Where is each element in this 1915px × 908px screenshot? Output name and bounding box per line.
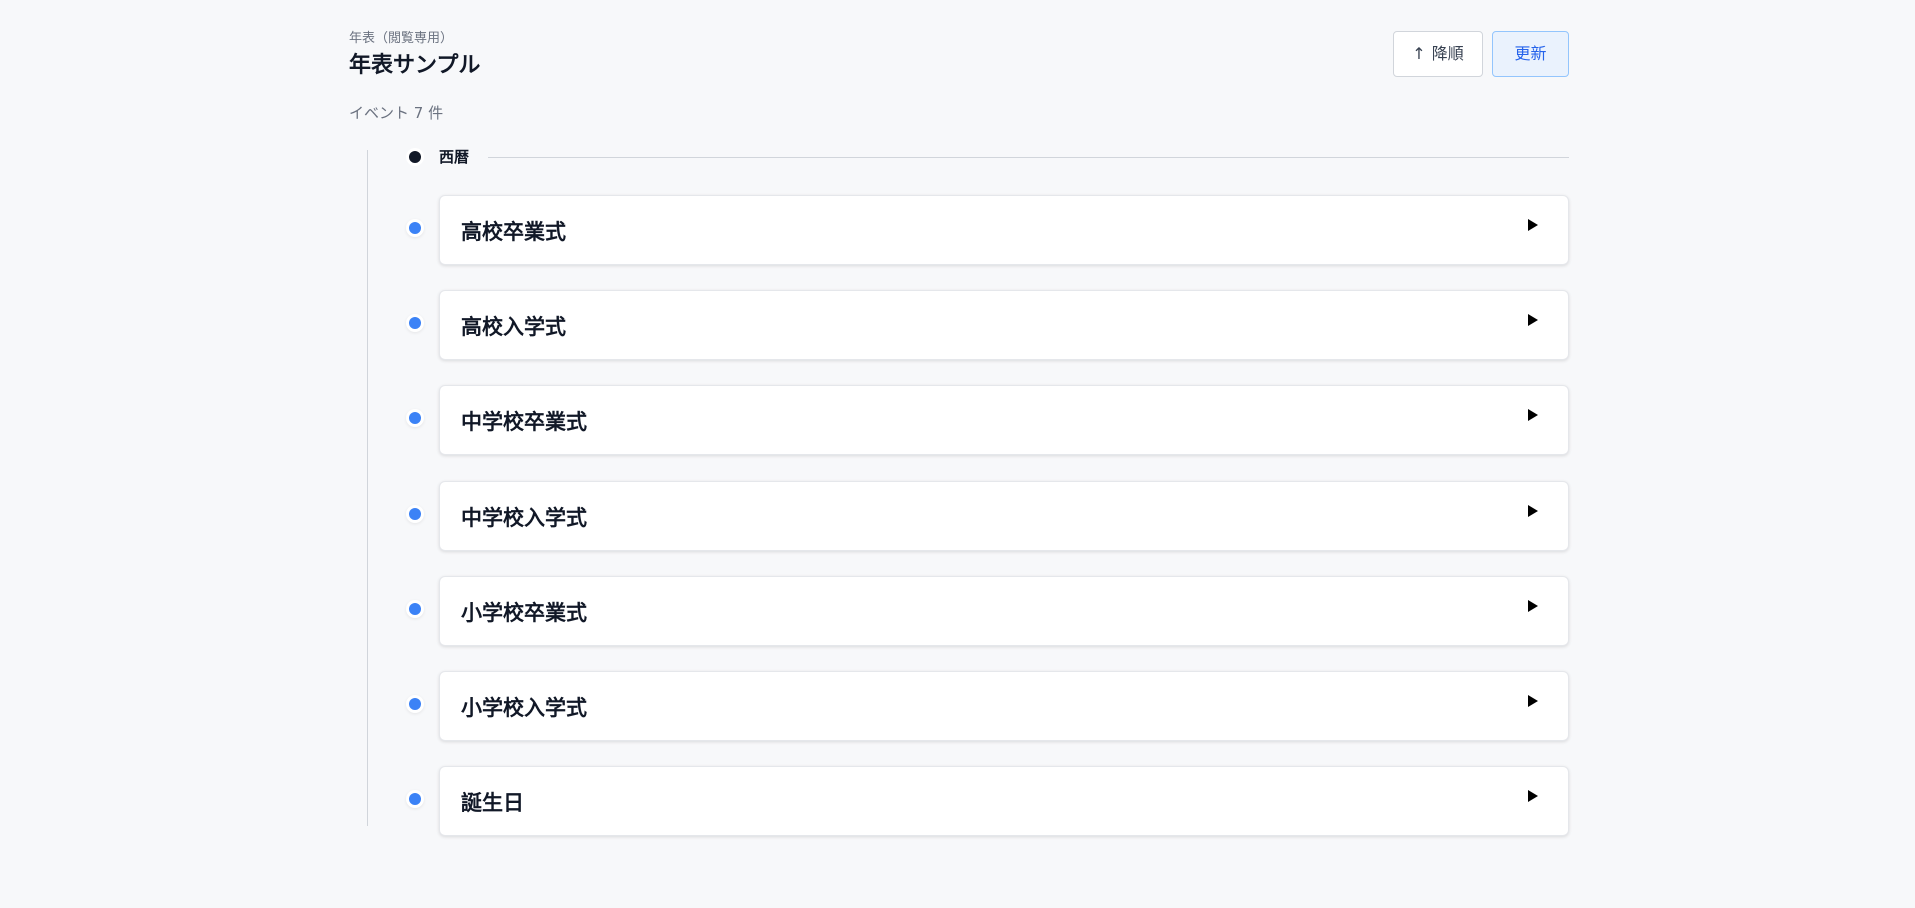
timeline-page: 年表（閲覧専用） 年表サンプル イベント 7 件 ↑ 降順 更新 西暦 高校卒業式… (349, 0, 1569, 908)
timeline-event: 中学校入学式 (349, 481, 1569, 551)
event-card[interactable]: 誕生日 (439, 766, 1569, 836)
event-dot (409, 793, 421, 805)
event-card[interactable]: 小学校卒業式 (439, 576, 1569, 646)
era-label: 西暦 (439, 148, 470, 166)
triangle-right-icon[interactable] (1528, 505, 1538, 517)
page-title: 年表サンプル (349, 53, 481, 78)
triangle-right-icon[interactable] (1528, 219, 1538, 231)
event-card[interactable]: 高校卒業式 (439, 195, 1569, 265)
arrow-up-icon: ↑ (1412, 44, 1426, 63)
event-title: 小学校卒業式 (461, 601, 587, 625)
event-card[interactable]: 高校入学式 (439, 290, 1569, 360)
event-title: 小学校入学式 (461, 696, 587, 720)
event-dot (409, 317, 421, 329)
timeline-event: 小学校卒業式 (349, 576, 1569, 646)
event-title: 高校卒業式 (461, 220, 566, 244)
refresh-button[interactable]: 更新 (1492, 31, 1569, 77)
event-title: 中学校卒業式 (461, 410, 587, 434)
event-count: イベント 7 件 (349, 104, 444, 122)
event-dot (409, 222, 421, 234)
page-subtitle: 年表（閲覧専用） (349, 31, 454, 46)
event-dot (409, 412, 421, 424)
timeline-event: 高校入学式 (349, 290, 1569, 360)
event-card[interactable]: 中学校卒業式 (439, 385, 1569, 455)
timeline-event: 誕生日 (349, 766, 1569, 836)
era-heading: 西暦 (349, 148, 1569, 168)
timeline-event: 小学校入学式 (349, 671, 1569, 741)
event-title: 中学校入学式 (461, 506, 587, 530)
event-title: 誕生日 (461, 791, 524, 815)
event-dot (409, 603, 421, 615)
event-title: 高校入学式 (461, 315, 566, 339)
era-divider (488, 157, 1569, 158)
event-card[interactable]: 中学校入学式 (439, 481, 1569, 551)
event-dot (409, 508, 421, 520)
event-dot (409, 698, 421, 710)
triangle-right-icon[interactable] (1528, 314, 1538, 326)
triangle-right-icon[interactable] (1528, 790, 1538, 802)
sort-order-button[interactable]: ↑ 降順 (1393, 31, 1483, 77)
triangle-right-icon[interactable] (1528, 695, 1538, 707)
sort-order-label: 降順 (1431, 44, 1464, 63)
triangle-right-icon[interactable] (1528, 409, 1538, 421)
event-card[interactable]: 小学校入学式 (439, 671, 1569, 741)
triangle-right-icon[interactable] (1528, 600, 1538, 612)
timeline-event: 高校卒業式 (349, 195, 1569, 265)
era-dot (409, 151, 421, 163)
timeline-event: 中学校卒業式 (349, 385, 1569, 455)
page-header: 年表（閲覧専用） 年表サンプル イベント 7 件 ↑ 降順 更新 (349, 0, 1569, 130)
